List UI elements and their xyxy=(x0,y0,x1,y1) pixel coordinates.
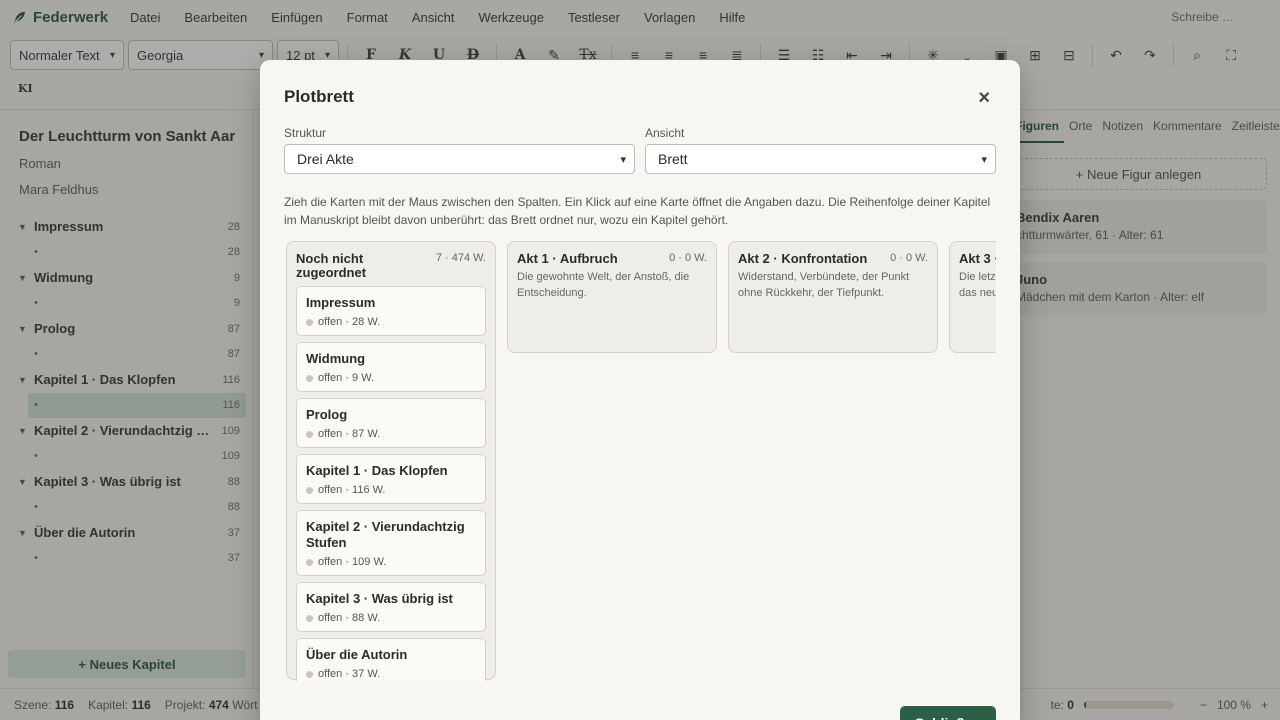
status-dot-icon xyxy=(306,558,313,566)
card-title: Über die Autorin xyxy=(306,647,408,662)
chapter-card[interactable]: Widmung offen · 9 W. xyxy=(296,342,486,392)
column-act-1[interactable]: Akt 1 · Aufbruch 0 · 0 W. Die gewohnte We… xyxy=(507,241,717,353)
close-dialog-button[interactable]: Schließen xyxy=(900,706,996,720)
column-title: Akt 1 · Aufbruch xyxy=(517,251,618,266)
status-dot-icon xyxy=(306,486,313,494)
card-meta: offen · 28 W. xyxy=(318,316,381,328)
column-description: Widerstand, Verbündete, der Punkt ohne R… xyxy=(738,271,910,299)
status-dot-icon xyxy=(306,374,313,382)
column-count: 0 · 0 W. xyxy=(890,252,928,264)
status-dot-icon xyxy=(306,670,313,678)
column-description: Die letz das neu xyxy=(959,271,996,299)
card-meta: offen · 37 W. xyxy=(318,668,381,680)
column-title: Akt 2 · Konfrontation xyxy=(738,251,868,266)
card-title: Widmung xyxy=(306,351,366,366)
dialog-title: Plotbrett xyxy=(284,87,354,106)
card-title: Kapitel 3 · Was übrig ist xyxy=(306,591,453,606)
card-meta: offen · 87 W. xyxy=(318,428,381,440)
chevron-down-icon: ▾ xyxy=(620,153,626,166)
card-meta: offen · 116 W. xyxy=(318,484,386,496)
plot-board: Noch nicht zugeordnet 7 · 474 W. Impressu… xyxy=(286,241,996,681)
card-meta: offen · 109 W. xyxy=(318,556,387,568)
view-label: Ansicht xyxy=(645,126,685,140)
board-hint: Zieh die Karten mit der Maus zwischen de… xyxy=(284,195,991,227)
column-description: Die gewohnte Welt, der Anstoß, die Entsc… xyxy=(517,271,690,299)
chapter-card[interactable]: Impressum offen · 28 W. xyxy=(296,286,486,336)
view-select[interactable]: Brett ▾ xyxy=(645,144,996,174)
card-title: Kapitel 2 · Vierundachtzig Stufen xyxy=(306,519,465,550)
chapter-card[interactable]: Kapitel 2 · Vierundachtzig Stufen offen ·… xyxy=(296,510,486,576)
plotboard-dialog: Plotbrett × Struktur Drei Akte ▾ Ansicht … xyxy=(260,60,1020,720)
structure-value: Drei Akte xyxy=(297,151,354,167)
card-title: Impressum xyxy=(306,295,376,310)
card-title: Prolog xyxy=(306,407,348,422)
status-dot-icon xyxy=(306,614,313,622)
column-act-2[interactable]: Akt 2 · Konfrontation 0 · 0 W. Widerstand… xyxy=(728,241,938,353)
chapter-card[interactable]: Prolog offen · 87 W. xyxy=(296,398,486,448)
structure-select[interactable]: Drei Akte ▾ xyxy=(284,144,635,174)
chapter-card[interactable]: Kapitel 3 · Was übrig ist offen · 88 W. xyxy=(296,582,486,632)
column-count: 7 · 474 W. xyxy=(435,252,486,264)
status-dot-icon xyxy=(306,318,313,326)
status-dot-icon xyxy=(306,430,313,438)
card-meta: offen · 9 W. xyxy=(318,372,375,384)
card-meta: offen · 88 W. xyxy=(318,612,381,624)
column-act-3[interactable]: Akt 3 · Die letz das neu xyxy=(949,241,996,353)
chapter-card[interactable]: Über die Autorin offen · 37 W. xyxy=(296,638,486,681)
structure-label: Struktur xyxy=(284,126,327,140)
view-value: Brett xyxy=(658,151,688,167)
column-title: Akt 3 · xyxy=(959,251,996,266)
column-unassigned[interactable]: Noch nicht zugeordnet 7 · 474 W. Impressu… xyxy=(286,241,496,681)
column-count: 0 · 0 W. xyxy=(669,252,707,264)
chevron-down-icon: ▾ xyxy=(981,153,987,166)
close-icon[interactable]: × xyxy=(978,87,990,110)
card-title: Kapitel 1 · Das Klopfen xyxy=(306,463,448,478)
column-title: Noch nicht zugeordnet xyxy=(296,251,367,280)
chapter-card[interactable]: Kapitel 1 · Das Klopfen offen · 116 W. xyxy=(296,454,486,504)
